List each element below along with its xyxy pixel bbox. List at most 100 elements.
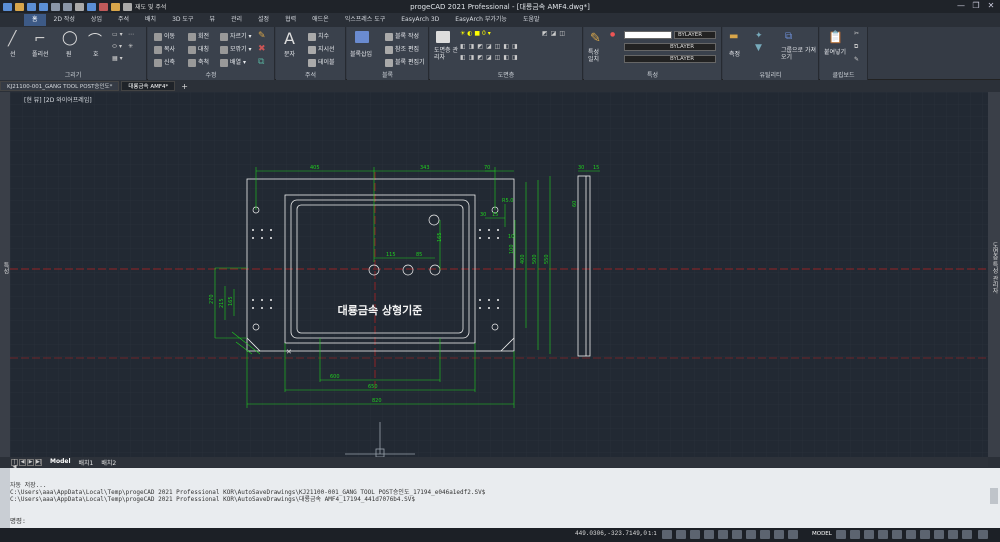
stretch-button[interactable]: 신축	[154, 57, 175, 67]
lineweight-selector[interactable]: BYLAYER	[624, 55, 716, 63]
model-toggle[interactable]: MODEL	[812, 531, 832, 537]
ribbon-tab[interactable]: 뷰	[201, 14, 223, 26]
clean-screen-icon[interactable]	[892, 530, 902, 539]
layer-props-button[interactable]: 도면층 관리자	[434, 47, 458, 61]
viewport-label[interactable]: [현 뷰] [2D 와이어프레임]	[24, 96, 92, 104]
lweight-icon[interactable]	[746, 530, 756, 539]
fillet-button[interactable]: 모깎기 ▾	[220, 44, 251, 54]
copy-button[interactable]: 복사	[154, 44, 175, 54]
text-button[interactable]: 문자	[284, 49, 295, 58]
explode-icon[interactable]: ✖	[258, 44, 266, 54]
command-prompt[interactable]: 명령:	[10, 515, 26, 525]
menu-icon[interactable]	[978, 530, 988, 539]
linetype-selector[interactable]: BYLAYER	[624, 43, 716, 51]
paste-icon[interactable]: 📋	[828, 30, 843, 44]
arc-icon[interactable]: ⌒	[88, 30, 102, 50]
block-editor-button[interactable]: 블록 편집기	[385, 57, 425, 67]
mirror-button[interactable]: 대칭	[188, 44, 209, 54]
scale-readout[interactable]: 1:1	[648, 531, 657, 537]
ribbon-tab[interactable]: 애드온	[304, 14, 337, 26]
plotstyle-selector[interactable]: BYLAYER	[674, 31, 716, 39]
layer-props-icon[interactable]	[436, 31, 452, 43]
match-props-icon[interactable]: ✎	[590, 31, 601, 46]
rectangle-icon[interactable]: ▭ ▾	[112, 31, 123, 38]
viewport-icon[interactable]	[864, 530, 874, 539]
settings-icon[interactable]	[836, 530, 846, 539]
last-tab-icon[interactable]: ▶|	[35, 458, 42, 466]
ribbon-tab[interactable]: 3D 도구	[164, 14, 201, 26]
ribbon-tab[interactable]: 홈	[24, 14, 46, 26]
qp-icon[interactable]	[774, 530, 784, 539]
grid-icon[interactable]	[676, 530, 686, 539]
hardware-icon[interactable]	[906, 530, 916, 539]
paste-button[interactable]: 붙여넣기	[824, 47, 846, 56]
ribbon-tab[interactable]: 도움말	[515, 14, 548, 26]
annotation-icon[interactable]	[850, 530, 860, 539]
group-icon[interactable]: ✦	[755, 31, 763, 41]
layer-tools-row3[interactable]: ◩◪◫	[542, 30, 568, 37]
isolate-icon[interactable]	[920, 530, 930, 539]
layout-tab[interactable]: 배치2	[97, 458, 120, 467]
ribbon-tab[interactable]: 배치	[137, 14, 164, 26]
array-button[interactable]: 배열 ▾	[220, 57, 246, 67]
ribbon-tab[interactable]: 주석	[110, 14, 137, 26]
text-icon[interactable]: A	[284, 29, 295, 48]
table-button[interactable]: 테이블	[308, 57, 335, 67]
otrack-icon[interactable]	[732, 530, 742, 539]
restore-icon[interactable]: ❐	[970, 1, 982, 11]
erase-icon[interactable]: ✎	[258, 31, 266, 41]
measure-icon[interactable]: ▬	[729, 31, 738, 42]
match-props-button[interactable]: 특성 일치	[588, 49, 606, 63]
ribbon-tab[interactable]: 설정	[250, 14, 277, 26]
snap-icon[interactable]	[662, 530, 672, 539]
block-create-button[interactable]: 블록 작성	[385, 31, 419, 41]
new-tab-icon[interactable]: +	[177, 82, 192, 91]
offset-icon[interactable]: ⧉	[258, 57, 264, 67]
drawing-canvas[interactable]: [현 뷰] [2D 와이어프레임] 405 343 70 30 15 115 8…	[10, 92, 988, 458]
tpy-icon[interactable]	[760, 530, 770, 539]
scale-button[interactable]: 축척	[188, 57, 209, 67]
minimize-icon[interactable]: —	[955, 1, 967, 11]
document-tab[interactable]: KJ21100-001_GANG TOOL POST승인도*	[0, 81, 120, 91]
measure-button[interactable]: 측정	[729, 49, 740, 58]
cut-icon[interactable]: ✂	[854, 30, 859, 37]
ellipse-icon[interactable]: ⬭ ▾	[112, 43, 122, 51]
ribbon-tab[interactable]: 관리	[223, 14, 250, 26]
sc-icon[interactable]	[788, 530, 798, 539]
layer-tools-row1[interactable]: ◧◨◩◪◫◧◨	[460, 43, 521, 50]
rotate-button[interactable]: 회전	[188, 31, 209, 41]
properties-panel-collapsed[interactable]: 특성	[0, 92, 10, 457]
ortho-icon[interactable]	[690, 530, 700, 539]
polyline-icon[interactable]: ⌐	[34, 31, 46, 47]
polar-icon[interactable]	[704, 530, 714, 539]
layer-tools-row2[interactable]: ◧◨◩◪◫◧◨	[460, 54, 521, 61]
leader-button[interactable]: 지시선	[308, 44, 335, 54]
command-scrollbar[interactable]	[990, 488, 998, 504]
ribbon-tab[interactable]: 익스프레스 도구	[337, 14, 394, 26]
circle-button[interactable]: 원	[66, 49, 72, 58]
layout-tab[interactable]: 배치1	[75, 458, 98, 467]
close-icon[interactable]: ✕	[985, 1, 997, 11]
circle-icon[interactable]: ◯	[62, 30, 78, 46]
hatch-icon[interactable]: ▦ ▾	[112, 55, 123, 62]
ribbon-tab[interactable]: 상입	[83, 14, 110, 26]
polyline-button[interactable]: 폴리선	[32, 49, 49, 58]
point-icon[interactable]: ⋯	[128, 31, 134, 38]
format-painter-icon[interactable]: ✎	[854, 56, 859, 63]
ribbon-tab[interactable]: EasyArch 부가기능	[447, 14, 515, 26]
prev-tab-icon[interactable]: ◀	[19, 458, 26, 466]
block-insert-icon[interactable]	[355, 31, 371, 43]
lock-icon[interactable]	[948, 530, 958, 539]
arc-button[interactable]: 호	[93, 49, 99, 58]
ribbon-tab[interactable]: 2D 작성	[46, 14, 83, 26]
layer-selector[interactable]: ☀ ◐ ■ 0 ▾	[460, 30, 534, 39]
color-selector[interactable]	[624, 31, 672, 39]
dimension-button[interactable]: 치수	[308, 31, 329, 41]
ribbon-tab[interactable]: EasyArch 3D	[393, 14, 447, 26]
next-tab-icon[interactable]: ▶	[27, 458, 34, 466]
line-button[interactable]: 선	[10, 49, 16, 58]
block-insert-button[interactable]: 블록삽입	[350, 49, 372, 58]
select-group-icon[interactable]: ⧉	[785, 31, 792, 42]
units-icon[interactable]	[934, 530, 944, 539]
move-button[interactable]: 이동	[154, 31, 175, 41]
